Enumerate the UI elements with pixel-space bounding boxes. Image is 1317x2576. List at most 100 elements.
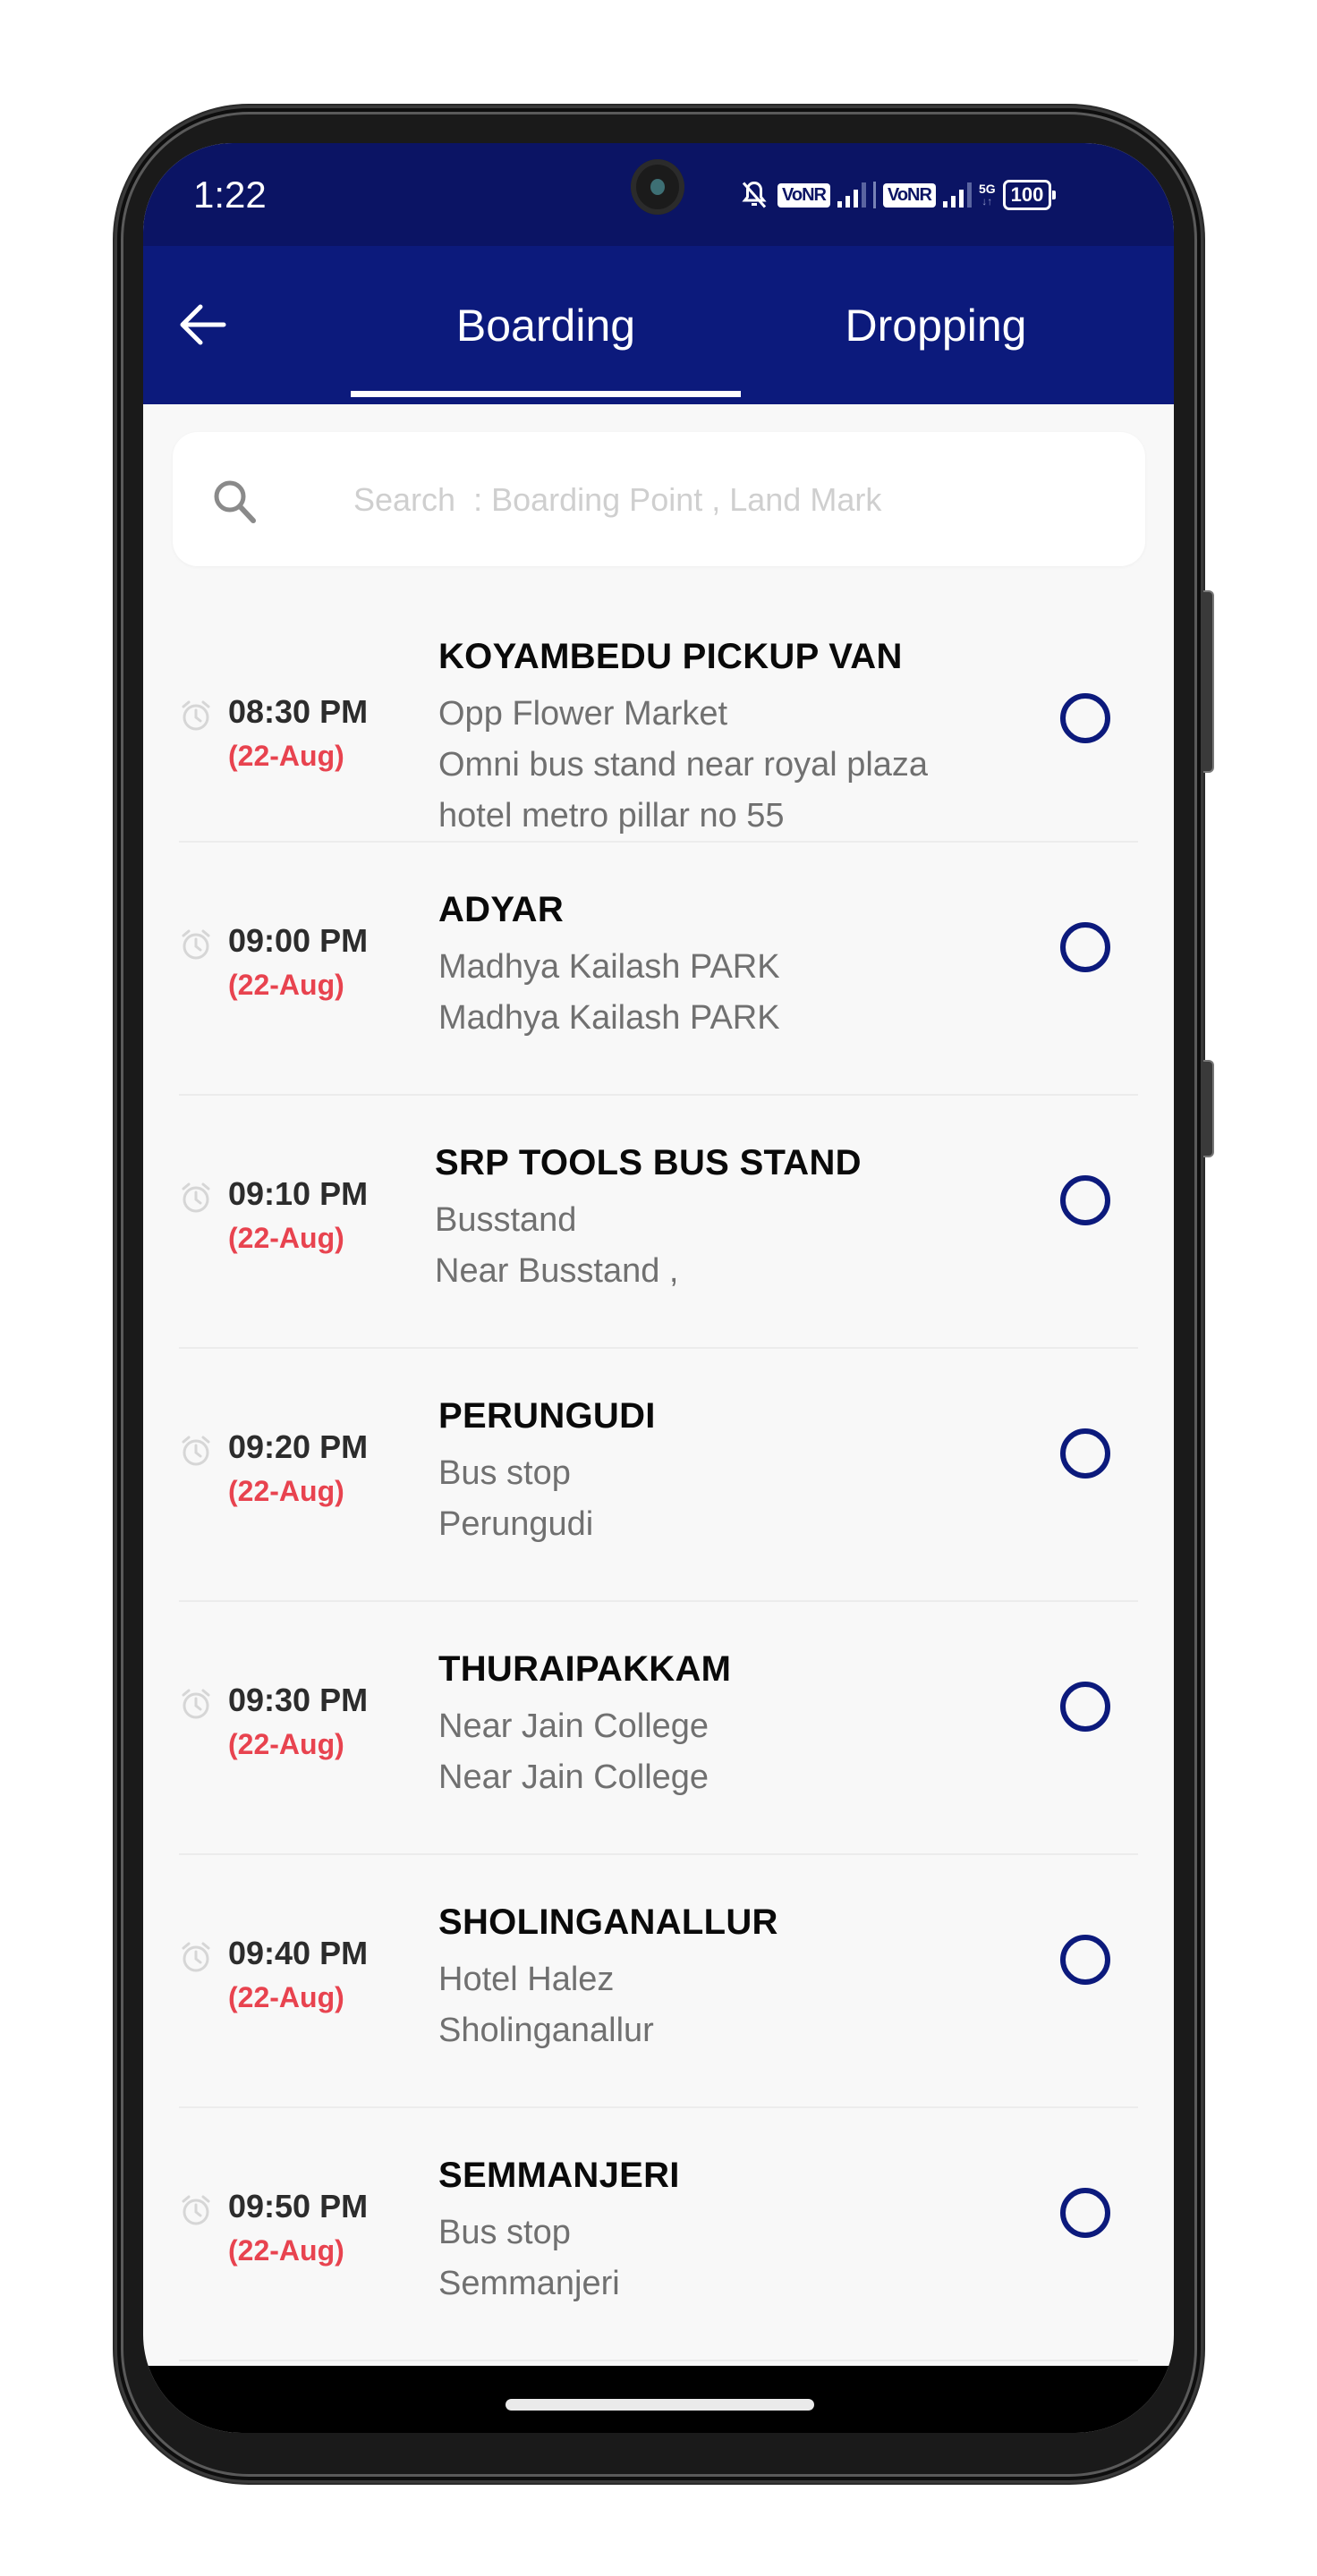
boarding-point-name: THURAIPAKKAM: [438, 1649, 732, 1689]
address-line: Sholinganallur: [438, 2012, 654, 2049]
alarm-clock-icon: [182, 2195, 210, 2225]
boarding-point-name: KOYAMBEDU PICKUP VAN: [438, 637, 903, 676]
status-time: 1:22: [193, 174, 267, 216]
select-radio-button[interactable]: [1060, 1682, 1110, 1732]
boarding-date: (22-Aug): [228, 969, 344, 1001]
boarding-time: 09:50 PM: [228, 2188, 369, 2224]
boarding-point-address: Hotel Halez Sholinganallur: [438, 1954, 1047, 2056]
row-divider: [179, 2106, 1138, 2108]
back-button[interactable]: [175, 298, 229, 352]
row-divider: [179, 1853, 1138, 1855]
boarding-date: (22-Aug): [228, 740, 344, 772]
row-divider: [179, 1094, 1138, 1096]
search-input[interactable]: [352, 468, 1125, 532]
front-camera: [631, 159, 684, 215]
address-line: hotel metro pillar no 55: [438, 797, 785, 835]
boarding-time: 08:30 PM: [228, 693, 369, 730]
network-type: 5G: [978, 182, 996, 196]
address-line: Omni bus stand near royal plaza: [438, 746, 929, 784]
volume-button: [1203, 1060, 1214, 1157]
search-icon: [214, 480, 256, 523]
active-tab-indicator: [351, 391, 741, 397]
tab-boarding-label: Boarding: [455, 300, 636, 351]
status-icons: VoNR VoNR 5G ↓↑ 100: [738, 177, 1057, 213]
boarding-point-item[interactable]: 09:30 PM (22-Aug) THURAIPAKKAM Near Jain…: [179, 1603, 1138, 1855]
boarding-time: 09:10 PM: [228, 1175, 369, 1212]
select-radio-button[interactable]: [1060, 1175, 1110, 1225]
boarding-point-address: Bus stop Semmanjeri: [438, 2207, 1047, 2309]
vonr-icon: VoNR: [777, 182, 830, 208]
boarding-point-item[interactable]: 09:20 PM (22-Aug) PERUNGUDI Bus stop Peru…: [179, 1350, 1138, 1602]
row-divider: [179, 1347, 1138, 1349]
search-box[interactable]: [173, 432, 1145, 566]
boarding-point-name: SEMMANJERI: [438, 2156, 680, 2195]
address-line: Hotel Halez: [438, 1961, 615, 1998]
boarding-point-name: SHOLINGANALLUR: [438, 1902, 778, 1942]
tab-dropping[interactable]: Dropping: [741, 246, 1131, 404]
select-radio-button[interactable]: [1060, 922, 1110, 972]
boarding-point-address: Near Jain College Near Jain College: [438, 1701, 1047, 1803]
battery-level: 100: [1010, 183, 1044, 206]
boarding-time: 09:30 PM: [228, 1682, 369, 1718]
address-line: Near Jain College: [438, 1707, 709, 1745]
boarding-point-item[interactable]: 09:10 PM (22-Aug) SRP TOOLS BUS STAND Bu…: [179, 1097, 1138, 1349]
arrow-left-icon: [180, 304, 226, 345]
alarm-clock-icon: [182, 1182, 210, 1213]
boarding-point-address: Madhya Kailash PARK Madhya Kailash PARK: [438, 942, 1047, 1044]
address-line: Busstand: [435, 1201, 577, 1239]
boarding-point-item[interactable]: 09:40 PM (22-Aug) SHOLINGANALLUR Hotel H…: [179, 1856, 1138, 2108]
select-radio-button[interactable]: [1060, 693, 1110, 743]
battery-icon: 100: [1002, 180, 1057, 210]
alarm-clock-icon: [182, 1436, 210, 1466]
app-bar: Boarding Dropping: [143, 246, 1174, 404]
power-button: [1203, 590, 1214, 773]
row-divider: [179, 2360, 1138, 2361]
5g-icon: 5G ↓↑: [979, 182, 996, 208]
screen: 1:22 VoNR VoNR 5G ↓↑ 100 Boarding Droppi…: [143, 143, 1174, 2433]
address-line: Madhya Kailash PARK: [438, 948, 780, 986]
boarding-time: 09:20 PM: [228, 1428, 369, 1465]
address-line: Perungudi: [438, 1505, 594, 1543]
status-separator: [872, 182, 876, 208]
status-bar: 1:22 VoNR VoNR 5G ↓↑ 100: [143, 143, 1174, 246]
address-line: Semmanjeri: [438, 2265, 620, 2302]
boarding-point-name: ADYAR: [438, 890, 565, 929]
alarm-clock-icon: [182, 1689, 210, 1719]
boarding-point-name: SRP TOOLS BUS STAND: [435, 1143, 862, 1182]
boarding-point-item[interactable]: 09:50 PM (22-Aug) SEMMANJERI Bus stop Sem…: [179, 2109, 1138, 2361]
select-radio-button[interactable]: [1060, 1935, 1110, 1985]
select-radio-button[interactable]: [1060, 1428, 1110, 1479]
boarding-time: 09:40 PM: [228, 1935, 369, 1971]
boarding-date: (22-Aug): [228, 2234, 344, 2267]
alarm-clock-icon: [182, 700, 210, 731]
boarding-date: (22-Aug): [228, 1475, 344, 1507]
boarding-date: (22-Aug): [228, 1728, 344, 1760]
boarding-point-address: Opp Flower Market Omni bus stand near roy…: [438, 689, 1047, 842]
boarding-point-address: Busstand Near Busstand ,: [435, 1195, 1043, 1297]
alarm-clock-icon: [182, 929, 210, 960]
signal-icon: [837, 182, 866, 208]
tab-dropping-label: Dropping: [845, 300, 1027, 351]
data-arrows-icon: ↓↑: [981, 195, 993, 208]
signal-icon: [942, 182, 972, 208]
boarding-date: (22-Aug): [228, 1222, 344, 1254]
vonr-icon: VoNR: [882, 182, 936, 208]
navigation-bar: [143, 2366, 1174, 2433]
boarding-date: (22-Aug): [228, 1981, 344, 2013]
home-gesture-handle[interactable]: [506, 2399, 814, 2411]
boarding-point-address: Bus stop Perungudi: [438, 1448, 1047, 1550]
select-radio-button[interactable]: [1060, 2188, 1110, 2238]
boarding-point-item[interactable]: 08:30 PM (22-Aug) KOYAMBEDU PICKUP VAN O…: [179, 590, 1138, 843]
address-line: Opp Flower Market: [438, 695, 728, 733]
address-line: Near Busstand ,: [435, 1252, 679, 1290]
boarding-point-name: PERUNGUDI: [438, 1396, 656, 1436]
address-line: Near Jain College: [438, 1758, 709, 1796]
boarding-point-item[interactable]: 09:00 PM (22-Aug) ADYAR Madhya Kailash P…: [179, 843, 1138, 1096]
address-line: Bus stop: [438, 1454, 571, 1492]
alarm-clock-icon: [182, 1942, 210, 1972]
row-divider: [179, 1600, 1138, 1602]
row-divider: [179, 841, 1138, 843]
boarding-time: 09:00 PM: [228, 922, 369, 959]
address-line: Madhya Kailash PARK: [438, 999, 780, 1037]
tab-boarding[interactable]: Boarding: [351, 246, 741, 404]
